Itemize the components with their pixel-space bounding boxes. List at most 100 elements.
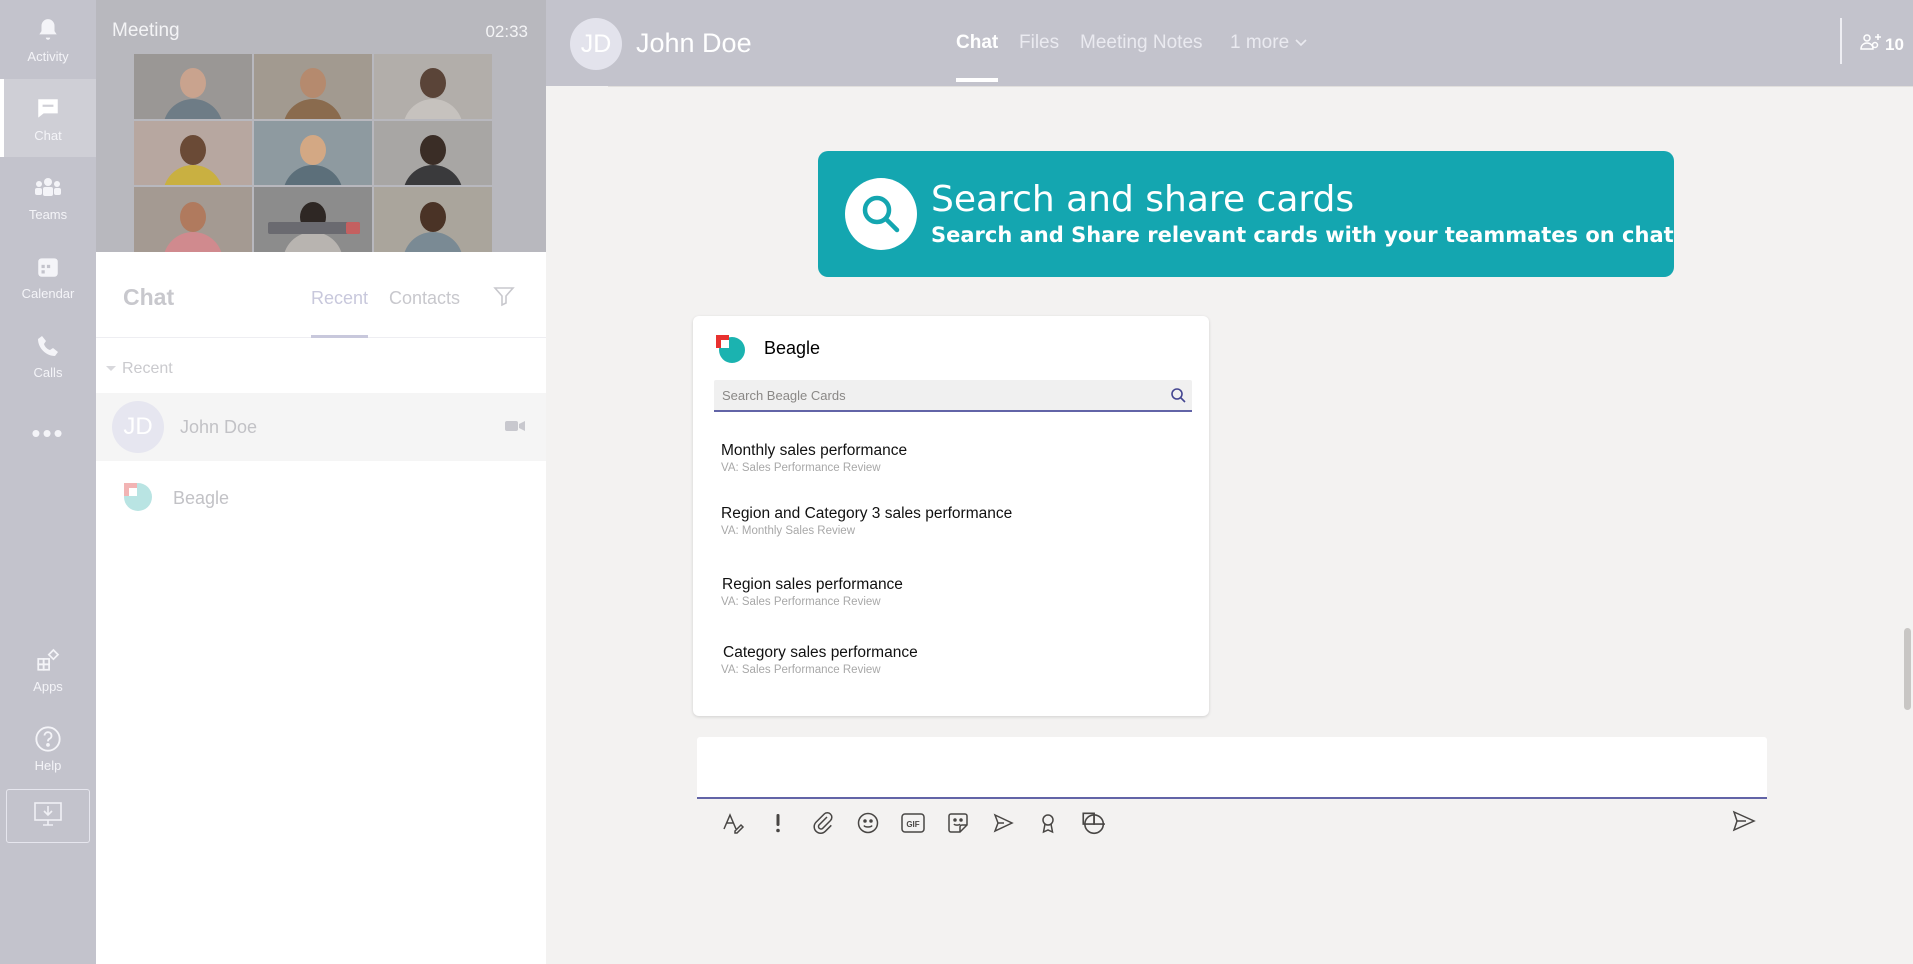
header-divider-line — [608, 86, 1913, 87]
rail-chat[interactable]: Chat — [0, 79, 96, 157]
help-icon — [33, 724, 63, 754]
tab-files[interactable]: Files — [1019, 32, 1059, 54]
rail-chat-label: Chat — [34, 127, 62, 143]
video-tile — [374, 54, 492, 119]
card-result-subtitle: VA: Sales Performance Review — [721, 462, 881, 474]
download-icon — [32, 800, 64, 833]
chat-row-name: Beagle — [173, 487, 230, 508]
rail-activity-label: Activity — [27, 48, 69, 64]
card-result-item[interactable]: Monthly sales performance VA: Sales Perf… — [721, 442, 1191, 474]
avatar[interactable]: JD — [570, 18, 622, 70]
rail-apps[interactable]: Apps — [0, 630, 96, 708]
gif-icon[interactable]: GIF — [896, 806, 930, 840]
meeting-title: Meeting — [112, 20, 180, 41]
card-title: Beagle — [764, 338, 821, 358]
meeting-timer: 02:33 — [485, 22, 528, 41]
people-add-icon — [1859, 32, 1883, 57]
tab-meeting-notes[interactable]: Meeting Notes — [1080, 32, 1203, 54]
phone-icon — [33, 331, 63, 361]
rail-calls[interactable]: Calls — [0, 316, 96, 394]
header-divider — [1840, 18, 1842, 64]
conversation-header: JD John Doe Chat Files Meeting Notes 1 m… — [546, 0, 1913, 86]
card-result-title: Category sales performance — [723, 644, 918, 661]
video-tile — [134, 187, 252, 252]
apps-icon — [33, 645, 63, 675]
attach-icon[interactable] — [806, 806, 840, 840]
app-rail: Activity Chat Teams Calendar Calls ••• A… — [0, 0, 96, 964]
compose-toolbar: GIF — [716, 806, 1121, 840]
recent-section-toggle[interactable]: Recent — [96, 360, 546, 378]
tab-more[interactable]: 1 more — [1230, 32, 1308, 54]
rail-teams-label: Teams — [28, 206, 68, 222]
rail-help[interactable]: Help — [0, 709, 96, 787]
video-call-icon — [504, 417, 526, 440]
download-app-button[interactable] — [6, 789, 90, 843]
rail-activity[interactable]: Activity — [0, 0, 96, 78]
card-result-item[interactable]: Region and Category 3 sales performance … — [721, 505, 1191, 537]
svg-text:GIF: GIF — [906, 820, 919, 829]
sticker-icon[interactable] — [941, 806, 975, 840]
chat-list-title: Chat — [123, 284, 175, 310]
chat-list-header: Chat Recent Contacts — [96, 252, 546, 338]
emoji-icon[interactable] — [851, 806, 885, 840]
scrollbar[interactable] — [1904, 628, 1911, 710]
beagle-search-field[interactable] — [714, 380, 1192, 412]
video-tile — [134, 54, 252, 119]
card-result-item[interactable]: Category sales performance VA: Sales Per… — [721, 644, 1191, 676]
send-button[interactable] — [1727, 808, 1761, 838]
video-tile — [374, 120, 492, 186]
calendar-icon — [33, 252, 63, 282]
search-input[interactable] — [714, 380, 1144, 410]
meet-now-icon[interactable] — [986, 806, 1020, 840]
rail-calls-label: Calls — [33, 364, 63, 380]
rail-calendar-label: Calendar — [21, 285, 75, 301]
card-result-subtitle: VA: Sales Performance Review — [721, 664, 881, 676]
send-icon — [1732, 810, 1756, 837]
beagle-logo-icon — [120, 479, 154, 518]
rail-calendar[interactable]: Calendar — [0, 237, 96, 315]
more-apps-icon[interactable]: ••• — [0, 415, 96, 451]
chevron-down-icon — [1294, 32, 1308, 53]
important-icon[interactable] — [761, 806, 795, 840]
chat-icon — [33, 94, 63, 124]
beagle-search-card: Beagle Monthly sales performance VA: Sal… — [693, 316, 1209, 716]
card-result-title: Region sales performance — [722, 576, 903, 593]
tab-contacts[interactable]: Contacts — [389, 288, 460, 309]
conversation-title: John Doe — [636, 28, 752, 58]
participants-button[interactable]: 10 — [1859, 32, 1904, 57]
card-result-item[interactable]: Region sales performance VA: Sales Perfo… — [721, 576, 1191, 608]
search-icon[interactable] — [1170, 387, 1186, 408]
bell-icon — [33, 15, 63, 45]
chat-row-john-doe[interactable]: JD John Doe — [96, 393, 546, 461]
video-tile — [374, 187, 492, 252]
participants-count: 10 — [1885, 34, 1904, 54]
banner-subtitle: Search and Share relevant cards with you… — [931, 223, 1674, 247]
format-icon[interactable] — [716, 806, 750, 840]
rail-teams[interactable]: Teams — [0, 158, 96, 236]
card-result-subtitle: VA: Sales Performance Review — [721, 596, 881, 608]
praise-icon[interactable] — [1031, 806, 1065, 840]
meeting-preview[interactable]: Meeting 02:33 — [96, 0, 546, 252]
card-result-subtitle: VA: Monthly Sales Review — [721, 525, 856, 537]
video-grid — [134, 54, 492, 252]
tab-more-label: 1 more — [1230, 32, 1290, 53]
banner-title: Search and share cards — [931, 179, 1355, 220]
chat-row-name: John Doe — [180, 416, 258, 437]
video-tile — [134, 120, 252, 186]
beagle-app-icon[interactable] — [1076, 806, 1110, 840]
beagle-logo-icon — [713, 332, 747, 371]
teams-icon — [33, 173, 63, 203]
message-compose-box[interactable] — [697, 737, 1767, 799]
rail-apps-label: Apps — [33, 678, 63, 694]
feature-banner: Search and share cards Search and Share … — [818, 151, 1674, 277]
chat-row-beagle[interactable]: Beagle — [96, 464, 546, 532]
search-icon — [845, 178, 917, 250]
tab-chat[interactable]: Chat — [956, 32, 999, 82]
tab-recent[interactable]: Recent — [311, 288, 369, 338]
card-result-title: Monthly sales performance — [721, 442, 908, 459]
rail-help-label: Help — [34, 757, 62, 773]
filter-icon[interactable] — [491, 284, 517, 313]
video-tile — [254, 120, 372, 186]
card-result-title: Region and Category 3 sales performance — [721, 505, 1013, 522]
avatar: JD — [112, 401, 164, 453]
